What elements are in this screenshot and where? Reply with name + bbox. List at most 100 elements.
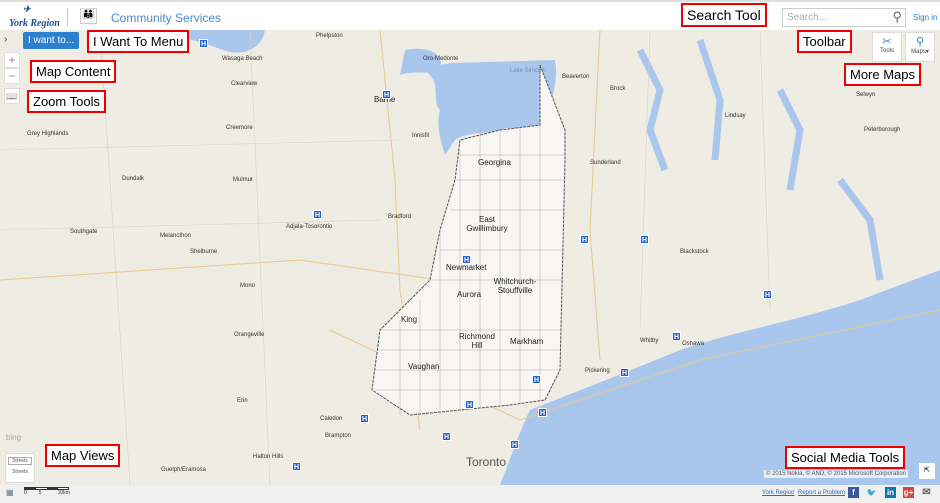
zoom-out-button[interactable]: − (4, 68, 20, 84)
community-services-icon: 👪 (80, 8, 97, 24)
hospital-icon[interactable]: H (538, 408, 547, 417)
label-place: Oro-Medonte (423, 56, 459, 62)
expand-panel-icon[interactable]: › (4, 34, 7, 45)
hospital-icon[interactable]: H (763, 290, 772, 299)
scale-0: 0 (24, 490, 27, 496)
label-place: Mulmur (233, 177, 254, 183)
label-place: Erin (237, 398, 248, 404)
label-georgina: Georgina (478, 158, 511, 167)
label-place: Peterborough (864, 127, 901, 133)
label-place: Beaverton (562, 74, 590, 80)
tools-icon: ✂ (882, 36, 892, 48)
twitter-icon[interactable]: 🐦 (866, 487, 877, 498)
header: ✈ York Region 👪 Community Services Search… (0, 0, 940, 30)
label-toronto: Toronto (466, 455, 507, 469)
logo-text: York Region (9, 18, 60, 29)
tools-label: Tools (879, 48, 894, 54)
scale-10: 10km (57, 490, 70, 496)
york-region-link[interactable]: York Region (762, 490, 794, 496)
map-content-book-icon[interactable]: 📖 (4, 88, 20, 104)
collapse-icon[interactable]: ⇱ (919, 463, 935, 479)
label-place: Grey Highlands (27, 131, 69, 137)
footer: ▦ 0 5 10km York Region Report a Problem f … (0, 485, 940, 503)
annotation-i-want-to-menu: I Want To Menu (87, 30, 190, 53)
search-icon[interactable]: ⚲ (892, 9, 902, 25)
map-pin-icon: ⚲ (915, 36, 925, 48)
hospital-icon[interactable]: H (313, 210, 322, 219)
hospital-icon[interactable]: H (510, 440, 519, 449)
label-richmond-hill: Richmond Hill (458, 332, 495, 350)
report-problem-link[interactable]: Report a Problem (798, 490, 845, 496)
coordinates-icon[interactable]: ▦ (6, 488, 14, 497)
hospital-icon[interactable]: H (382, 90, 391, 99)
search-input[interactable]: Search... ⚲ (782, 8, 906, 27)
label-place: Southgate (70, 229, 98, 235)
label-king: King (401, 315, 418, 324)
label-place: Adjala-Tosorontio (286, 224, 333, 230)
label-place: Sunderland (590, 160, 621, 166)
sign-in-link[interactable]: Sign in (913, 13, 937, 22)
annotation-social-media-tools: Social Media Tools (785, 446, 906, 469)
label-place: Innisfil (412, 133, 430, 139)
label-whitchurch-stouffville: Whitchurch-Stouffville (493, 277, 537, 295)
label-lake: Lake Simcoe (510, 68, 545, 74)
search-placeholder: Search... (787, 12, 828, 23)
annotation-toolbar: Toolbar (797, 30, 852, 53)
annotation-map-views: Map Views (45, 444, 121, 467)
i-want-to-button[interactable]: I want to... (23, 32, 80, 49)
divider (67, 8, 68, 26)
streets-thumb: Streets (8, 457, 32, 465)
hospital-icon[interactable]: H (442, 432, 451, 441)
facebook-icon[interactable]: f (848, 487, 859, 498)
label-place: Mono (240, 283, 256, 289)
label-place: Dundalk (122, 176, 145, 182)
hospital-icon[interactable]: H (360, 414, 369, 423)
label-place: Lindsay (725, 113, 746, 119)
hospital-icon[interactable]: H (462, 255, 471, 264)
label-place: Phelpston (316, 33, 343, 39)
maps-button[interactable]: ⚲ Maps▾ (905, 32, 935, 62)
label-place: Blackstock (680, 249, 709, 255)
label-place: Clearview (231, 81, 258, 87)
label-place: Orangeville (234, 332, 265, 338)
copyright: © 2015 Nokia, © AND, © 2015 Microsoft Co… (764, 470, 908, 478)
label-place: Melancthon (160, 233, 192, 239)
label-markham: Markham (510, 337, 544, 346)
annotation-search-tool: Search Tool (681, 3, 767, 27)
hospital-icon[interactable]: H (580, 235, 589, 244)
hospital-icon[interactable]: H (199, 39, 208, 48)
annotation-more-maps: More Maps (844, 63, 922, 86)
label-place: Brampton (325, 433, 352, 439)
tools-button[interactable]: ✂ Tools (872, 32, 902, 62)
hospital-icon[interactable]: H (532, 375, 541, 384)
map-canvas[interactable]: Georgina East Gwillimbury Newmarket Whit… (0, 30, 940, 485)
hospital-icon[interactable]: H (672, 332, 681, 341)
label-place: Pickering (585, 368, 610, 374)
label-place: Shelburne (190, 249, 218, 255)
annotation-zoom-tools: Zoom Tools (27, 90, 106, 113)
label-place: Bradford (388, 214, 412, 220)
hospital-icon[interactable]: H (465, 400, 474, 409)
label-place: Brock (610, 86, 626, 92)
zoom-in-button[interactable]: + (4, 52, 20, 68)
label-place: Selwyn (856, 92, 876, 98)
annotation-map-content: Map Content (30, 60, 117, 83)
email-icon[interactable]: ✉ (921, 487, 932, 498)
label-place: Oshawa (682, 341, 705, 347)
label-place: Caledon (320, 416, 343, 422)
label-place: Wasaga Beach (222, 56, 263, 62)
streets-view-button[interactable]: Streets Streets (5, 453, 35, 483)
label-place: Creemore (226, 125, 253, 131)
googleplus-icon[interactable]: g+ (903, 487, 914, 498)
hospital-icon[interactable]: H (640, 235, 649, 244)
georgian-bay (180, 30, 265, 53)
hospital-icon[interactable]: H (292, 462, 301, 471)
label-east-gwillimbury: East Gwillimbury (466, 215, 508, 233)
scale-5: 5 (38, 490, 42, 496)
label-place: Halton Hills (253, 454, 284, 460)
linkedin-icon[interactable]: in (885, 487, 896, 498)
streets-label: Streets (12, 469, 28, 475)
label-place: Whitby (640, 338, 659, 344)
bing-logo: bing (6, 433, 22, 442)
hospital-icon[interactable]: H (620, 368, 629, 377)
